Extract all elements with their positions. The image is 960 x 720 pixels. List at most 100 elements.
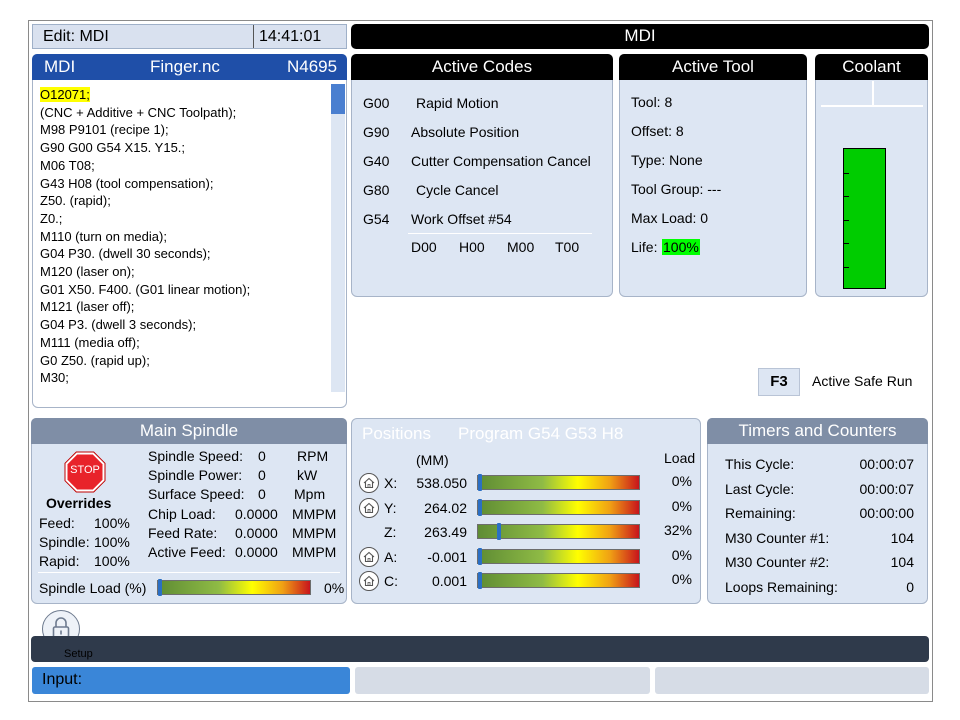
- axis-load-value: 0%: [671, 546, 692, 563]
- program-line-text: M06 T08;: [40, 157, 95, 173]
- program-line-text: M121 (laser off);: [40, 299, 135, 315]
- program-line[interactable]: Z50. (rapid);: [40, 192, 330, 210]
- tool-offset: Offset: 8: [631, 123, 684, 139]
- coolant-divider-v: [872, 81, 874, 106]
- home-icon: [363, 502, 375, 513]
- program-line-text: G04 P3. (dwell 3 seconds);: [40, 317, 197, 333]
- override-value: 100%: [94, 515, 130, 531]
- program-line-text: G04 P30. (dwell 30 seconds);: [40, 246, 211, 262]
- coolant-tick: [844, 172, 849, 174]
- home-axis-button[interactable]: [359, 546, 379, 567]
- axis-position: -0.001: [427, 548, 467, 565]
- program-line[interactable]: M98 P9101 (recipe 1);: [40, 121, 330, 139]
- spindle-stat-value: 0.0000: [235, 544, 278, 560]
- program-line-text: G0 Z50. (rapid up);: [40, 352, 150, 368]
- dhmt-code: H00: [459, 239, 485, 255]
- program-line-text: M111 (media off);: [40, 334, 140, 350]
- status-bar: [31, 636, 929, 662]
- axis-position: 264.02: [424, 499, 467, 516]
- timer-value: 104: [890, 529, 914, 546]
- window-frame: Edit: MDI 14:41:01 MDI MDI Finger.nc N46…: [28, 20, 933, 702]
- timer-label: Remaining:: [725, 505, 796, 522]
- program-file: Finger.nc: [150, 57, 220, 76]
- program-line-number: N4695: [287, 57, 338, 76]
- tool-type: Type: None: [631, 152, 703, 168]
- spindle-panel: Main Spindle STOP Overrides Feed: 100% Spi…: [31, 418, 347, 604]
- program-line[interactable]: G04 P30. (dwell 30 seconds);: [40, 245, 330, 263]
- program-line[interactable]: M120 (laser on);: [40, 263, 330, 281]
- input-field[interactable]: Input:: [32, 667, 350, 694]
- axis-load-marker: [478, 474, 482, 491]
- override-label: Feed:: [39, 515, 75, 531]
- active-tool-title: Active Tool: [619, 54, 807, 80]
- program-line[interactable]: G90 G00 G54 X15. Y15.;: [40, 139, 330, 157]
- program-line[interactable]: G04 P3. (dwell 3 seconds);: [40, 316, 330, 334]
- program-mode: MDI: [44, 57, 76, 76]
- tool-max-load: Max Load: 0: [631, 210, 709, 226]
- safe-run-key[interactable]: F3: [758, 368, 800, 396]
- program-listing[interactable]: O12071; (CNC + Additive + CNC Toolpath); M…: [40, 86, 330, 406]
- home-axis-button[interactable]: [359, 473, 379, 493]
- program-panel: MDI Finger.nc N4695 O12071; (CNC + Additi…: [32, 54, 347, 408]
- axis-label: Y:: [384, 499, 397, 516]
- axis-label: X:: [384, 475, 398, 491]
- program-scrollbar[interactable]: [331, 84, 345, 392]
- active-code-desc: Cutter Compensation Cancel: [411, 153, 591, 169]
- program-line[interactable]: O12071;: [40, 86, 330, 104]
- coolant-tick: [844, 243, 849, 244]
- timer-value: 00:00:07: [859, 456, 915, 472]
- timer-label: Loops Remaining:: [725, 579, 838, 595]
- active-code: G00: [363, 95, 390, 111]
- axis-load-marker: [478, 498, 482, 516]
- spindle-stat-unit: RPM: [297, 448, 329, 464]
- dhmt-code: M00: [507, 239, 535, 255]
- spindle-stat-unit: Mpm: [294, 486, 326, 503]
- coolant-tick: [844, 196, 849, 197]
- coolant-tick: [844, 266, 849, 268]
- spindle-stat-label: Chip Load:: [148, 505, 216, 522]
- timers-title: Timers and Counters: [707, 418, 928, 444]
- spindle-load-separator: [38, 572, 340, 573]
- spindle-title: Main Spindle: [31, 418, 347, 444]
- active-code-desc: Rapid Motion: [416, 95, 499, 111]
- override-value: 100%: [94, 534, 130, 550]
- spindle-stat-label: Spindle Power:: [148, 467, 243, 484]
- timer-value: 00:00:00: [859, 505, 915, 522]
- spindle-stat-label: Spindle Speed:: [148, 448, 243, 464]
- tool-life-label: Life:: [631, 239, 658, 255]
- timer-label: M30 Counter #1:: [725, 529, 830, 546]
- spindle-stat-unit: MMPM: [292, 544, 337, 560]
- program-line[interactable]: M121 (laser off);: [40, 298, 330, 316]
- program-line[interactable]: M06 T08;: [40, 157, 330, 175]
- home-axis-button[interactable]: [359, 497, 379, 518]
- input-slot-2[interactable]: [355, 667, 650, 694]
- program-line-text: Z50. (rapid);: [40, 193, 111, 209]
- home-icon: [363, 477, 375, 489]
- program-line[interactable]: M30;: [40, 369, 330, 387]
- input-slot-3[interactable]: [655, 667, 929, 694]
- tool-life-value: 100%: [662, 239, 700, 255]
- stop-button[interactable]: STOP: [64, 451, 106, 493]
- program-line-text: M30;: [40, 370, 69, 386]
- spindle-load-label: Spindle Load (%): [39, 580, 147, 596]
- program-line[interactable]: G0 Z50. (rapid up);: [40, 352, 330, 370]
- program-line[interactable]: M111 (media off);: [40, 334, 330, 352]
- program-scroll-thumb[interactable]: [331, 84, 345, 114]
- program-line[interactable]: Z0.;: [40, 210, 330, 228]
- axis-position: 0.001: [431, 573, 467, 589]
- spindle-stat-unit: kW: [297, 467, 318, 484]
- program-line-text: G43 H08 (tool compensation);: [40, 175, 214, 191]
- program-line[interactable]: G01 X50. F400. (G01 linear motion);: [40, 281, 330, 299]
- active-code-desc: Absolute Position: [411, 124, 520, 140]
- timer-label: This Cycle:: [725, 456, 795, 472]
- axis-load-value: 0%: [671, 571, 692, 587]
- program-line[interactable]: G43 H08 (tool compensation);: [40, 175, 330, 193]
- spindle-stat-label: Active Feed:: [148, 544, 226, 560]
- safe-run-label: Active Safe Run: [812, 373, 913, 389]
- axis-load-bar: [477, 547, 640, 565]
- clock-divider: [253, 25, 254, 48]
- program-line[interactable]: (CNC + Additive + CNC Toolpath);: [40, 104, 330, 122]
- program-header: MDI Finger.nc N4695: [32, 54, 347, 80]
- home-axis-button[interactable]: [359, 571, 379, 591]
- program-line[interactable]: M110 (turn on media);: [40, 228, 330, 246]
